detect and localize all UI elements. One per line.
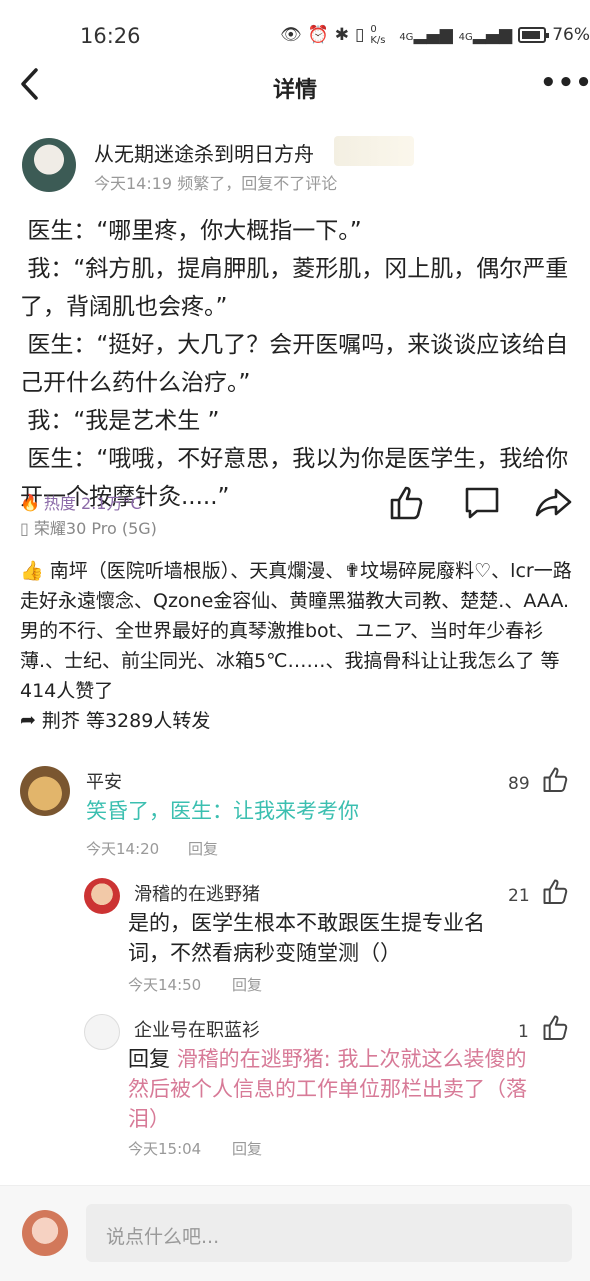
thumbs-up-icon [543, 1015, 568, 1040]
reply-comment-body: 回复 滑稽的在逃野猪: 我上次就这么装傻的然后被个人信息的工作单位那栏出卖了（落… [128, 1044, 528, 1134]
comment-like-button[interactable] [540, 1012, 570, 1046]
reply-target[interactable]: 滑稽的在逃野猪: [177, 1047, 331, 1071]
likes-text: 南坪（医院听墙根版）、天真爛漫、✟坟場碎屍廢料♡、lcr一路走好永遠懷念、Qzo… [20, 560, 572, 702]
heat-value: 热度 2.1万°C [43, 494, 142, 513]
reply-prefix: 回复 [128, 1047, 170, 1071]
heat-indicator: 🔥 热度 2.1万°C [20, 490, 142, 514]
comment-like-count: 21 [508, 886, 530, 906]
author-name[interactable]: 从无期迷途杀到明日方舟 [94, 138, 314, 167]
signal-2-icon: 4G▂▄▆ [458, 25, 513, 45]
thumbs-up-small-icon: 👍 [20, 560, 44, 582]
current-user-avatar[interactable] [22, 1210, 68, 1256]
share-button[interactable] [534, 482, 574, 522]
comment-text: 笑昏了，医生：让我来考考你 [86, 799, 359, 823]
comment-button[interactable] [462, 482, 502, 522]
comment-time: 今天14:50 [128, 976, 202, 994]
post-line: 医生：“哪里疼，你大概指一下。” [20, 218, 362, 244]
share-text: 荆芥 等3289人转发 [41, 710, 211, 732]
comment-author[interactable]: 企业号在职蓝衫 [134, 1016, 260, 1042]
comment-avatar[interactable] [20, 766, 70, 816]
author-avatar[interactable] [22, 138, 76, 192]
share-summary[interactable]: ➦ 荆芥 等3289人转发 [20, 706, 210, 733]
post-line: 医生：“挺好，大几了？会开医嘱吗，来谈谈应该给自己开什么药什么治疗。” [20, 332, 569, 396]
reply-link[interactable]: 回复 [232, 974, 262, 995]
comment-like-button[interactable] [540, 876, 570, 910]
author-badge [334, 136, 414, 166]
thumbs-up-icon [390, 486, 423, 520]
vibrate-icon: ▯ [355, 25, 365, 45]
comment-like-count: 1 [518, 1022, 529, 1042]
phone-icon: ▯ [20, 519, 29, 538]
flame-icon: 🔥 [20, 492, 40, 512]
post-line: 我：“斜方肌，提肩胛肌，菱形肌，冈上肌，偶尔严重了，背阔肌也会疼。” [20, 256, 569, 320]
post-meta: 今天14:19 频繁了，回复不了评论 [94, 174, 338, 193]
network-speed: 0 K/s [370, 24, 386, 46]
device-name: 荣耀30 Pro (5G) [33, 519, 157, 538]
likes-list[interactable]: 👍 南坪（医院听墙根版）、天真爛漫、✟坟場碎屍廢料♡、lcr一路走好永遠懷念、Q… [20, 556, 575, 706]
reply-link[interactable]: 回复 [188, 838, 218, 859]
comment-avatar[interactable] [84, 878, 120, 914]
forward-icon: ➦ [20, 708, 36, 731]
comment-input-placeholder: 说点什么吧... [106, 1226, 220, 1248]
comment-like-button[interactable] [540, 764, 570, 798]
share-arrow-icon [535, 488, 572, 517]
comment-time: 今天15:04 [128, 1140, 202, 1158]
comment-text: 是的，医学生根本不敢跟医生提专业名词，不然看病秒变随堂测（） [128, 911, 485, 965]
alarm-icon: ⏰ [307, 25, 329, 45]
more-options-icon[interactable]: ••• [540, 68, 590, 98]
comment-author[interactable]: 滑稽的在逃野猪 [134, 880, 260, 906]
battery-percent: 76% [552, 25, 590, 45]
signal-1-icon: 4G▂▄▆ [399, 25, 453, 45]
reply-link[interactable]: 回复 [232, 1138, 262, 1159]
thumbs-up-icon [543, 879, 568, 904]
comment-time: 今天14:20 [86, 840, 160, 858]
thumbs-up-icon [543, 767, 568, 792]
status-icons: 👁 ⏰ ✱ ▯ 0 K/s 4G▂▄▆ 4G▂▄▆ 76% [280, 24, 590, 46]
bluetooth-icon: ✱ [334, 25, 350, 45]
eye-icon: 👁 [280, 25, 302, 45]
comment-author[interactable]: 平安 [86, 768, 122, 794]
comment-avatar[interactable] [84, 1014, 120, 1050]
device-info: ▯ 荣耀30 Pro (5G) [20, 515, 157, 539]
post-line: 我：“我是艺术生 ” [20, 408, 220, 434]
post-body: 医生：“哪里疼，你大概指一下。” 我：“斜方肌，提肩胛肌，菱形肌，冈上肌，偶尔严… [20, 212, 575, 516]
page-title: 详情 [272, 78, 317, 103]
status-time: 16:26 [80, 24, 141, 48]
battery-icon [518, 27, 550, 43]
like-button[interactable] [386, 482, 426, 522]
comment-icon [465, 487, 499, 519]
comment-like-count: 89 [508, 774, 530, 794]
